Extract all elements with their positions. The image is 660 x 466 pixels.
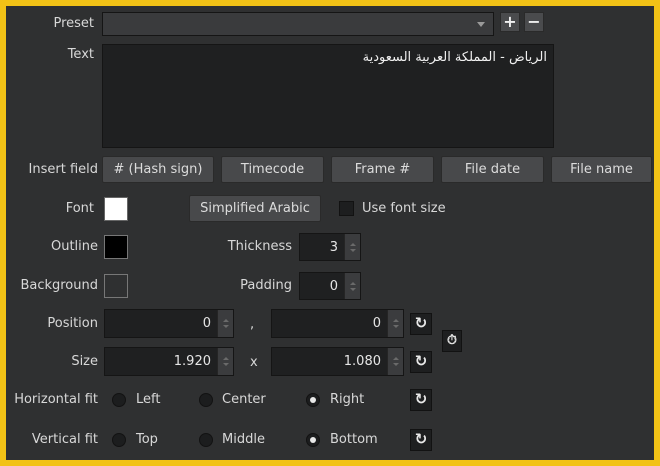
chevron-up-icon: [392, 357, 399, 360]
font-label: Font: [65, 201, 94, 216]
vertical-fit-label: Vertical fit: [31, 432, 98, 447]
chevron-up-icon: [349, 242, 356, 246]
size-height-stepper[interactable]: [387, 348, 403, 375]
thickness-input[interactable]: 3: [299, 233, 361, 261]
chevron-down-icon: [349, 248, 356, 252]
text-value: الرياض - المملكة العربية السعودية: [362, 50, 547, 65]
chevron-up-icon: [222, 319, 229, 322]
chevron-up-icon: [349, 281, 356, 285]
text-filter-panel: Preset + − Text الرياض - المملكة العربية…: [6, 6, 654, 460]
size-label: Size: [71, 354, 98, 369]
horizontal-fit-label: Horizontal fit: [14, 392, 98, 407]
size-height-input[interactable]: 1.080: [271, 347, 404, 376]
padding-input[interactable]: 0: [299, 272, 361, 300]
hfit-right-radio[interactable]: [306, 393, 320, 407]
hfit-left-radio[interactable]: [112, 393, 126, 407]
position-y-stepper[interactable]: [387, 310, 403, 337]
remove-preset-button[interactable]: −: [524, 12, 544, 32]
vfit-bottom-radio[interactable]: [306, 433, 320, 447]
chevron-down-icon: [222, 325, 229, 328]
stopwatch-icon: ⏱: [446, 333, 458, 348]
position-label: Position: [47, 316, 98, 331]
use-font-size-checkbox[interactable]: [339, 201, 354, 216]
vfit-top-label: Top: [136, 432, 158, 447]
outline-color-swatch[interactable]: [104, 235, 128, 259]
hfit-center-label: Center: [222, 392, 266, 407]
background-color-swatch[interactable]: [104, 274, 128, 298]
vfit-reset-button[interactable]: ↻: [410, 429, 432, 451]
plus-icon: +: [503, 12, 517, 31]
position-separator: ,: [250, 317, 255, 332]
thickness-value: 3: [329, 240, 338, 255]
vfit-bottom-label: Bottom: [330, 432, 378, 447]
size-separator: x: [250, 355, 258, 370]
hfit-center-radio[interactable]: [199, 393, 213, 407]
vfit-middle-label: Middle: [222, 432, 265, 447]
insert-hash-button[interactable]: # (Hash sign): [102, 156, 214, 183]
insert-timecode-button[interactable]: Timecode: [221, 156, 324, 183]
insert-file-name-button[interactable]: File name: [551, 156, 652, 183]
background-label: Background: [20, 278, 98, 293]
position-x-value: 0: [202, 316, 211, 331]
padding-label: Padding: [240, 278, 292, 293]
font-color-swatch[interactable]: [104, 197, 128, 221]
position-x-input[interactable]: 0: [104, 309, 234, 338]
preset-dropdown[interactable]: [102, 12, 494, 36]
size-width-stepper[interactable]: [217, 348, 233, 375]
chevron-down-icon: [477, 22, 485, 27]
thickness-stepper[interactable]: [344, 234, 360, 260]
add-preset-button[interactable]: +: [500, 12, 520, 32]
reset-icon: ↻: [414, 430, 428, 448]
vfit-top-radio[interactable]: [112, 433, 126, 447]
insert-frame-button[interactable]: Frame #: [331, 156, 434, 183]
chevron-down-icon: [392, 363, 399, 366]
keyframe-timer-button[interactable]: ⏱: [442, 330, 462, 352]
size-reset-button[interactable]: ↻: [410, 351, 432, 373]
insert-file-date-button[interactable]: File date: [441, 156, 544, 183]
position-reset-button[interactable]: ↻: [410, 313, 432, 335]
font-select-button[interactable]: Simplified Arabic: [189, 195, 321, 222]
position-y-value: 0: [372, 316, 381, 331]
text-label: Text: [67, 47, 94, 62]
outline-label: Outline: [50, 239, 98, 254]
padding-stepper[interactable]: [344, 273, 360, 299]
hfit-left-label: Left: [136, 392, 161, 407]
hfit-right-label: Right: [330, 392, 365, 407]
chevron-up-icon: [392, 319, 399, 322]
chevron-down-icon: [392, 325, 399, 328]
hfit-reset-button[interactable]: ↻: [410, 389, 432, 411]
minus-icon: −: [527, 12, 541, 31]
use-font-size-label: Use font size: [362, 201, 446, 216]
insert-field-label: Insert field: [28, 162, 98, 177]
padding-value: 0: [329, 279, 338, 294]
reset-icon: ↻: [414, 390, 428, 408]
text-input[interactable]: الرياض - المملكة العربية السعودية: [102, 44, 554, 148]
chevron-down-icon: [349, 287, 356, 291]
vfit-middle-radio[interactable]: [199, 433, 213, 447]
position-x-stepper[interactable]: [217, 310, 233, 337]
chevron-up-icon: [222, 357, 229, 360]
size-width-value: 1.920: [173, 354, 211, 369]
preset-label: Preset: [53, 16, 94, 31]
size-height-value: 1.080: [343, 354, 381, 369]
reset-icon: ↻: [414, 314, 428, 332]
size-width-input[interactable]: 1.920: [104, 347, 234, 376]
position-y-input[interactable]: 0: [271, 309, 404, 338]
thickness-label: Thickness: [227, 239, 292, 254]
reset-icon: ↻: [414, 352, 428, 370]
chevron-down-icon: [222, 363, 229, 366]
